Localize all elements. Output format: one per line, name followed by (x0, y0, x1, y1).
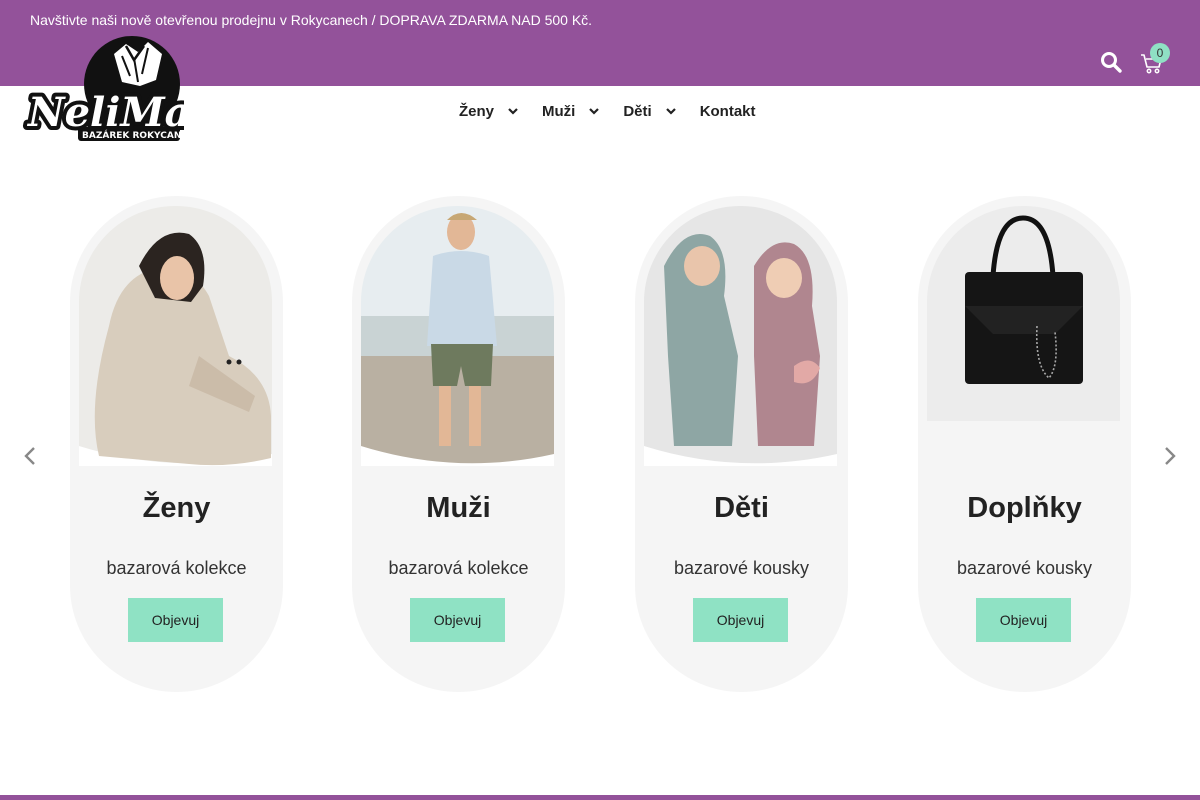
category-subtitle: bazarová kolekce (106, 558, 247, 578)
chevron-down-icon (665, 108, 676, 115)
search-icon[interactable] (1099, 50, 1123, 74)
chevron-down-icon (589, 108, 600, 115)
nav-item-label: Kontakt (699, 102, 756, 120)
svg-text:BAZÁREK ROKYCANY: BAZÁREK ROKYCANY (82, 129, 184, 141)
chevron-down-icon (508, 108, 518, 115)
category-title: Doplňky (967, 492, 1082, 524)
category-card-muzi: Muži bazarová kolekce Objevuj (352, 196, 565, 692)
category-card-deti: Děti bazarové kousky Objevuj (635, 196, 848, 692)
category-title: Muži (426, 492, 491, 524)
category-image-doplnky[interactable] (927, 206, 1120, 466)
category-subtitle: bazarové kousky (673, 558, 810, 578)
category-title: Ženy (142, 492, 211, 524)
chevron-right-icon (1165, 447, 1176, 465)
nav-item-label: Ženy (459, 102, 495, 120)
carousel-prev-button[interactable] (20, 445, 40, 467)
category-image-deti[interactable] (644, 206, 837, 466)
category-title: Děti (714, 492, 769, 524)
discover-button-deti[interactable]: Objevuj (693, 598, 788, 642)
site-logo[interactable]: NeliMax NeliMax BAZÁREK ROKYCANY (22, 34, 220, 144)
discover-button-zeny[interactable]: Objevuj (128, 598, 223, 642)
nav-item-zeny[interactable]: Ženy (459, 103, 518, 120)
discover-button-muzi[interactable]: Objevuj (410, 598, 505, 642)
nav-item-muzi[interactable]: Muži (542, 102, 600, 120)
main-navigation: Ženy Muži Děti Kontakt (459, 100, 756, 122)
nav-item-kontakt[interactable]: Kontakt (700, 103, 756, 120)
announcement-text: Navštivte naši nově otevřenou prodejnu v… (30, 12, 593, 28)
footer-divider (0, 795, 1200, 800)
category-subtitle: bazarové kousky (956, 558, 1093, 578)
category-subtitle: bazarová kolekce (388, 558, 529, 578)
category-card-doplnky: Doplňky bazarové kousky Objevuj (918, 196, 1131, 692)
carousel-next-button[interactable] (1160, 445, 1180, 467)
chevron-left-icon (24, 447, 35, 465)
nav-item-label: Muži (542, 102, 576, 120)
discover-button-doplnky[interactable]: Objevuj (976, 598, 1071, 642)
category-card-zeny: Ženy bazarová kolekce Objevuj (70, 196, 283, 692)
category-image-muzi[interactable] (361, 206, 554, 466)
nav-item-label: Děti (623, 102, 652, 120)
nav-item-deti[interactable]: Děti (623, 102, 676, 120)
category-image-zeny[interactable] (79, 206, 272, 466)
cart-count-badge: 0 (1150, 43, 1170, 63)
